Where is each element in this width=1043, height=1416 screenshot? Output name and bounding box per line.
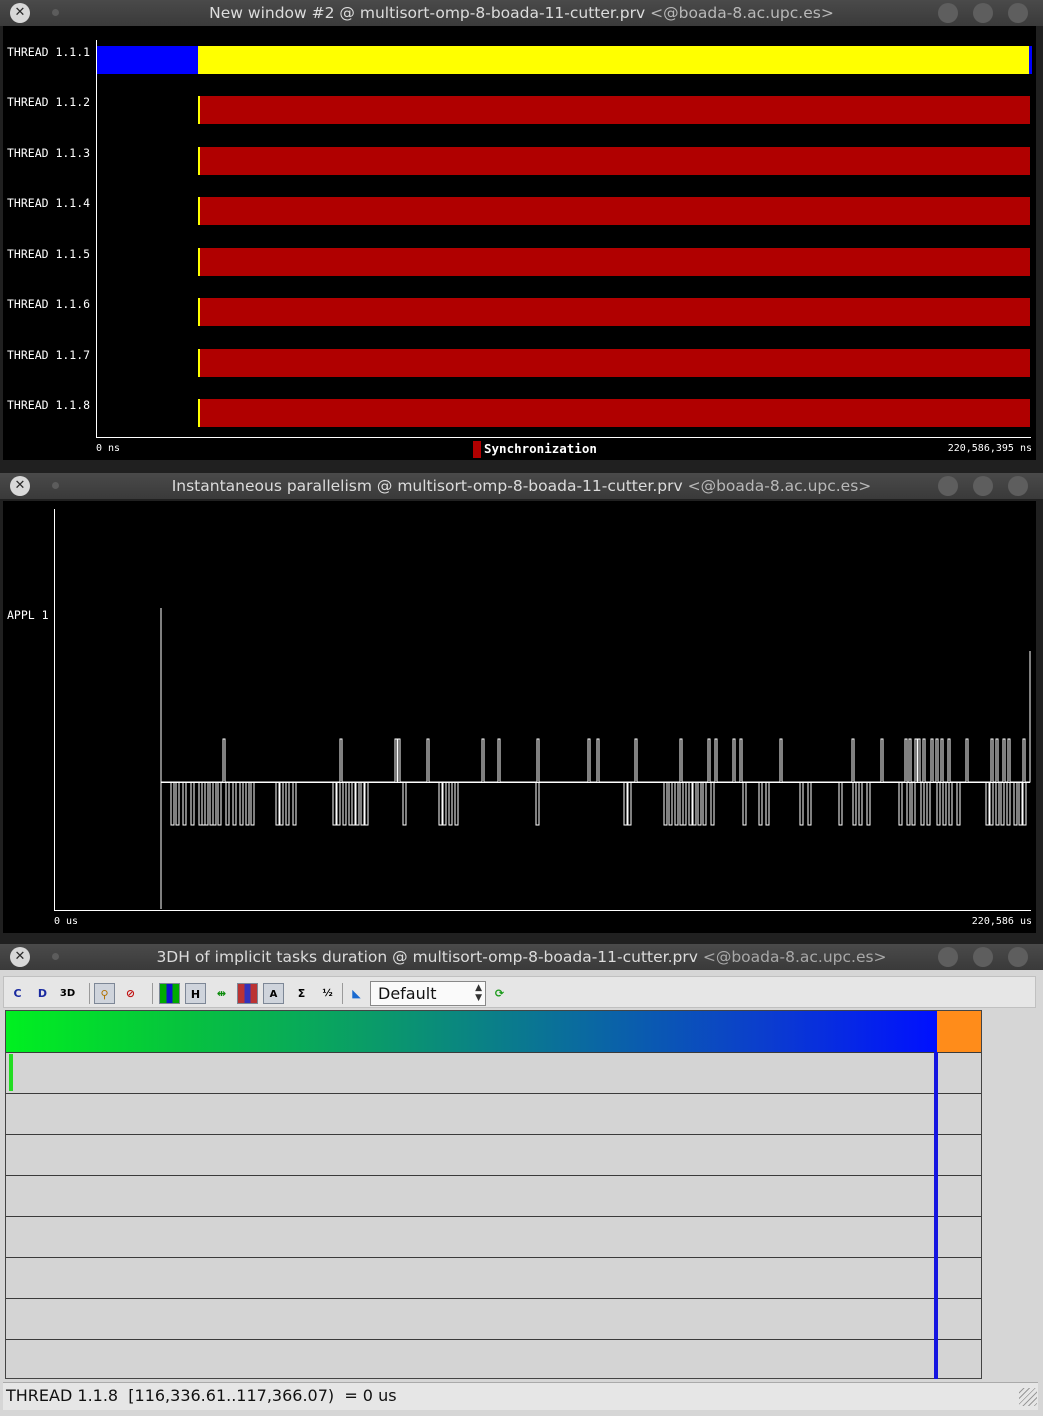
totals-icon[interactable]: Σ xyxy=(291,983,312,1004)
thread-label: THREAD 1.1.2 xyxy=(7,95,91,109)
row-divider xyxy=(6,1298,981,1299)
thread-label: THREAD 1.1.8 xyxy=(7,398,91,412)
window-title: Instantaneous parallelism @ multisort-om… xyxy=(171,477,683,495)
parallelism-titlebar[interactable]: ✕ Instantaneous parallelism @ multisort-… xyxy=(0,473,1043,499)
row-divider xyxy=(6,1175,981,1176)
chevron-up-down-icon: ▲ ▼ xyxy=(475,983,482,1003)
minimize-button[interactable] xyxy=(938,476,958,496)
sync-state-bar[interactable] xyxy=(198,298,1030,326)
row-divider xyxy=(6,1257,981,1258)
parallelism-plot xyxy=(54,509,1031,911)
window-host: <@boada-8.ac.upc.es> xyxy=(687,477,872,495)
open-control-icon[interactable]: C xyxy=(7,983,28,1004)
row-divider xyxy=(6,1134,981,1135)
histogram-cell[interactable] xyxy=(9,1054,13,1091)
timeline-canvas[interactable]: THREAD 1.1.1 THREAD 1.1.2 THREAD 1.1.3 T… xyxy=(3,26,1036,460)
sync-state-bar[interactable] xyxy=(198,197,1030,225)
window-host: <@boada-8.ac.upc.es> xyxy=(650,4,834,22)
histogram-titlebar[interactable]: ✕ 3DH of implicit tasks duration @ multi… xyxy=(0,944,1043,970)
label-icon[interactable]: A xyxy=(263,983,284,1004)
idle-state-bar[interactable] xyxy=(97,46,198,74)
toolbar-separator xyxy=(342,983,343,1004)
thread-label: THREAD 1.1.1 xyxy=(7,45,91,59)
row-divider xyxy=(6,1339,981,1340)
thread-label: THREAD 1.1.3 xyxy=(7,146,91,160)
maximize-button[interactable] xyxy=(973,947,993,967)
color-mode-icon[interactable] xyxy=(159,983,180,1004)
sync-state-bar[interactable] xyxy=(198,147,1030,175)
toolbar-separator xyxy=(89,983,90,1004)
window-close-button[interactable] xyxy=(1008,3,1028,23)
sticky-icon[interactable] xyxy=(52,482,59,489)
gradient-icon[interactable] xyxy=(237,983,258,1004)
refresh-icon[interactable]: ⟳ xyxy=(489,983,510,1004)
parallelism-canvas[interactable]: APPL 1 0 us 220,586 us xyxy=(3,501,1036,933)
zoom-icon[interactable]: ⚲ xyxy=(94,983,115,1004)
x-axis xyxy=(96,437,1031,438)
open-data-icon[interactable]: D xyxy=(32,983,53,1004)
maximize-button[interactable] xyxy=(973,476,993,496)
row-divider xyxy=(6,1093,981,1094)
thread-label: THREAD 1.1.5 xyxy=(7,247,91,261)
y-axis xyxy=(96,40,97,438)
maximize-button[interactable] xyxy=(973,3,993,23)
sticky-icon[interactable] xyxy=(52,953,59,960)
thread-label: THREAD 1.1.7 xyxy=(7,348,91,362)
histogram-grid[interactable] xyxy=(5,1010,982,1379)
time-end-label: 220,586,395 ns xyxy=(947,443,1032,454)
gradient-header xyxy=(6,1011,937,1052)
status-bar: THREAD 1.1.8 [116,336.61..117,366.07) = … xyxy=(3,1382,1038,1410)
histogram-window: ✕ 3DH of implicit tasks duration @ multi… xyxy=(0,944,1043,1416)
clear-zoom-icon[interactable]: ⊘ xyxy=(120,983,141,1004)
time-start-label: 0 us xyxy=(54,916,79,927)
timeline-window: ✕ New window #2 @ multisort-omp-8-boada-… xyxy=(0,0,1043,462)
overflow-header xyxy=(937,1011,981,1052)
time-end-label: 220,586 us xyxy=(971,916,1032,927)
view-select-value: Default xyxy=(378,984,437,1003)
row-divider xyxy=(6,1052,981,1053)
minimize-button[interactable] xyxy=(938,947,958,967)
time-start-label: 0 ns xyxy=(96,443,121,454)
row-divider xyxy=(6,1216,981,1217)
running-state-bar[interactable] xyxy=(198,46,1030,74)
view-select[interactable]: Default ▲ ▼ xyxy=(370,981,486,1006)
window-title: New window #2 @ multisort-omp-8-boada-11… xyxy=(209,4,646,22)
horizontal-icon[interactable]: H xyxy=(185,983,206,1004)
sort-icon[interactable]: ½ xyxy=(317,983,338,1004)
window-close-button[interactable] xyxy=(1008,947,1028,967)
semantic-icon[interactable]: ◣ xyxy=(346,983,367,1004)
thread-label: THREAD 1.1.6 xyxy=(7,297,91,311)
close-icon[interactable]: ✕ xyxy=(10,476,30,496)
close-icon[interactable]: ✕ xyxy=(10,947,30,967)
hide-empty-icon[interactable]: ⇹ xyxy=(211,983,232,1004)
sync-state-bar[interactable] xyxy=(198,399,1030,427)
legend-label: Synchronization xyxy=(484,441,597,456)
histogram-column[interactable] xyxy=(934,1052,938,1379)
idle-state-bar[interactable] xyxy=(1029,46,1032,74)
histogram-body: C D 3D ⚲ ⊘ H ⇹ A Σ ½ ◣ Default ▲ ▼ ⟳ THR… xyxy=(0,970,1043,1416)
window-host: <@boada-8.ac.upc.es> xyxy=(702,948,887,966)
minimize-button[interactable] xyxy=(938,3,958,23)
legend-swatch xyxy=(473,441,481,458)
window-title: 3DH of implicit tasks duration @ multiso… xyxy=(156,948,698,966)
resize-grip-icon[interactable] xyxy=(1019,1388,1037,1406)
sync-state-bar[interactable] xyxy=(198,96,1030,124)
timeline-titlebar[interactable]: ✕ New window #2 @ multisort-omp-8-boada-… xyxy=(0,0,1043,26)
sync-state-bar[interactable] xyxy=(198,349,1030,377)
histogram-toolbar: C D 3D ⚲ ⊘ H ⇹ A Σ ½ ◣ Default ▲ ▼ ⟳ xyxy=(3,976,1036,1008)
open-3d-icon[interactable]: 3D xyxy=(57,983,78,1004)
sticky-icon[interactable] xyxy=(52,9,59,16)
close-icon[interactable]: ✕ xyxy=(10,3,30,23)
sync-state-bar[interactable] xyxy=(198,248,1030,276)
toolbar-separator xyxy=(152,983,153,1004)
window-close-button[interactable] xyxy=(1008,476,1028,496)
parallelism-window: ✕ Instantaneous parallelism @ multisort-… xyxy=(0,473,1043,935)
thread-label: THREAD 1.1.4 xyxy=(7,196,91,210)
